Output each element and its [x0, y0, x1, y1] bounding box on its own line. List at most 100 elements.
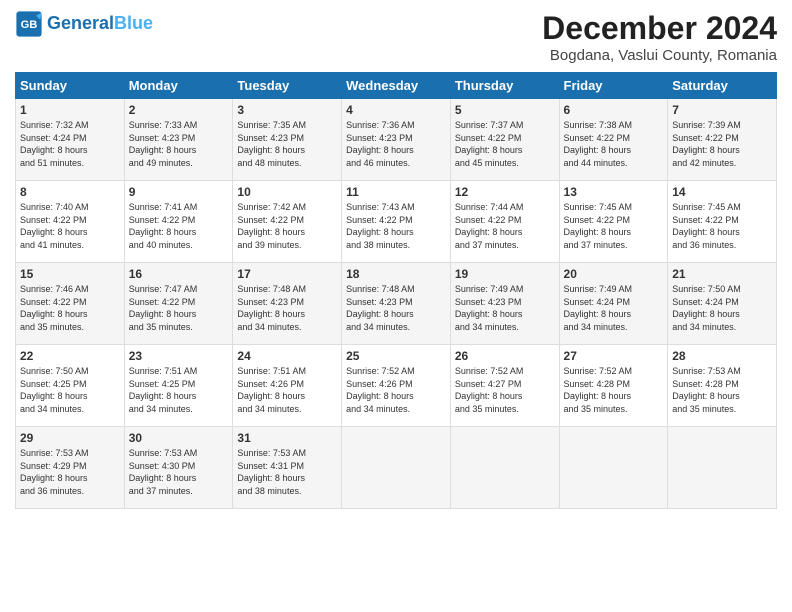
calendar-week-row: 22Sunrise: 7:50 AMSunset: 4:25 PMDayligh…	[16, 345, 777, 427]
day-info: Sunrise: 7:49 AMSunset: 4:24 PMDaylight:…	[564, 283, 664, 333]
header: GB GeneralBlue December 2024 Bogdana, Va…	[15, 10, 777, 64]
calendar-cell: 3 Sunrise: 7:35 AMSunset: 4:23 PMDaylight…	[233, 99, 342, 181]
day-info: Sunrise: 7:53 AMSunset: 4:28 PMDaylight:…	[672, 365, 772, 415]
day-number: 6	[564, 103, 664, 117]
day-info: Sunrise: 7:36 AMSunset: 4:23 PMDaylight:…	[346, 119, 446, 169]
calendar-cell: 21Sunrise: 7:50 AMSunset: 4:24 PMDayligh…	[668, 263, 777, 345]
day-info: Sunrise: 7:52 AMSunset: 4:27 PMDaylight:…	[455, 365, 555, 415]
day-header-sunday: Sunday	[16, 73, 125, 99]
day-number: 2	[129, 103, 229, 117]
day-header-friday: Friday	[559, 73, 668, 99]
day-number: 8	[20, 185, 120, 199]
page-container: GB GeneralBlue December 2024 Bogdana, Va…	[0, 0, 792, 519]
day-info: Sunrise: 7:53 AMSunset: 4:30 PMDaylight:…	[129, 447, 229, 497]
day-info: Sunrise: 7:47 AMSunset: 4:22 PMDaylight:…	[129, 283, 229, 333]
calendar-cell: 28Sunrise: 7:53 AMSunset: 4:28 PMDayligh…	[668, 345, 777, 427]
day-info: Sunrise: 7:52 AMSunset: 4:26 PMDaylight:…	[346, 365, 446, 415]
calendar-cell	[342, 427, 451, 509]
day-number: 30	[129, 431, 229, 445]
calendar-cell: 13 Sunrise: 7:45 AMSunset: 4:22 PMDayligh…	[559, 181, 668, 263]
day-info: Sunrise: 7:48 AMSunset: 4:23 PMDaylight:…	[346, 283, 446, 333]
calendar-cell: 1 Sunrise: 7:32 AMSunset: 4:24 PMDaylight…	[16, 99, 125, 181]
calendar-week-row: 1 Sunrise: 7:32 AMSunset: 4:24 PMDaylight…	[16, 99, 777, 181]
day-header-monday: Monday	[124, 73, 233, 99]
calendar-cell: 2 Sunrise: 7:33 AMSunset: 4:23 PMDaylight…	[124, 99, 233, 181]
calendar-cell: 11 Sunrise: 7:43 AMSunset: 4:22 PMDayligh…	[342, 181, 451, 263]
day-number: 5	[455, 103, 555, 117]
calendar-table: SundayMondayTuesdayWednesdayThursdayFrid…	[15, 72, 777, 509]
day-number: 22	[20, 349, 120, 363]
day-info: Sunrise: 7:50 AMSunset: 4:24 PMDaylight:…	[672, 283, 772, 333]
day-number: 10	[237, 185, 337, 199]
day-info: Sunrise: 7:53 AMSunset: 4:29 PMDaylight:…	[20, 447, 120, 497]
logo-general: General	[47, 13, 114, 33]
day-number: 29	[20, 431, 120, 445]
day-number: 24	[237, 349, 337, 363]
location-subtitle: Bogdana, Vaslui County, Romania	[542, 47, 777, 64]
calendar-cell: 30 Sunrise: 7:53 AMSunset: 4:30 PMDayligh…	[124, 427, 233, 509]
day-info: Sunrise: 7:42 AMSunset: 4:22 PMDaylight:…	[237, 201, 337, 251]
day-info: Sunrise: 7:33 AMSunset: 4:23 PMDaylight:…	[129, 119, 229, 169]
day-number: 16	[129, 267, 229, 281]
day-number: 18	[346, 267, 446, 281]
day-header-thursday: Thursday	[450, 73, 559, 99]
day-number: 14	[672, 185, 772, 199]
day-info: Sunrise: 7:39 AMSunset: 4:22 PMDaylight:…	[672, 119, 772, 169]
day-number: 11	[346, 185, 446, 199]
day-number: 3	[237, 103, 337, 117]
calendar-cell	[450, 427, 559, 509]
calendar-cell	[668, 427, 777, 509]
calendar-cell: 15Sunrise: 7:46 AMSunset: 4:22 PMDayligh…	[16, 263, 125, 345]
logo: GB GeneralBlue	[15, 10, 153, 38]
calendar-cell: 22Sunrise: 7:50 AMSunset: 4:25 PMDayligh…	[16, 345, 125, 427]
calendar-cell: 24Sunrise: 7:51 AMSunset: 4:26 PMDayligh…	[233, 345, 342, 427]
calendar-cell: 19Sunrise: 7:49 AMSunset: 4:23 PMDayligh…	[450, 263, 559, 345]
calendar-cell: 17Sunrise: 7:48 AMSunset: 4:23 PMDayligh…	[233, 263, 342, 345]
svg-text:GB: GB	[21, 19, 38, 31]
day-info: Sunrise: 7:49 AMSunset: 4:23 PMDaylight:…	[455, 283, 555, 333]
calendar-cell: 18 Sunrise: 7:48 AMSunset: 4:23 PMDayligh…	[342, 263, 451, 345]
day-header-wednesday: Wednesday	[342, 73, 451, 99]
day-number: 27	[564, 349, 664, 363]
day-info: Sunrise: 7:44 AMSunset: 4:22 PMDaylight:…	[455, 201, 555, 251]
calendar-cell: 5 Sunrise: 7:37 AMSunset: 4:22 PMDaylight…	[450, 99, 559, 181]
calendar-cell: 14 Sunrise: 7:45 AMSunset: 4:22 PMDayligh…	[668, 181, 777, 263]
calendar-week-row: 15Sunrise: 7:46 AMSunset: 4:22 PMDayligh…	[16, 263, 777, 345]
day-number: 13	[564, 185, 664, 199]
day-info: Sunrise: 7:46 AMSunset: 4:22 PMDaylight:…	[20, 283, 120, 333]
day-number: 23	[129, 349, 229, 363]
day-info: Sunrise: 7:45 AMSunset: 4:22 PMDaylight:…	[564, 201, 664, 251]
day-info: Sunrise: 7:52 AMSunset: 4:28 PMDaylight:…	[564, 365, 664, 415]
calendar-week-row: 8 Sunrise: 7:40 AMSunset: 4:22 PMDaylight…	[16, 181, 777, 263]
day-info: Sunrise: 7:35 AMSunset: 4:23 PMDaylight:…	[237, 119, 337, 169]
day-info: Sunrise: 7:41 AMSunset: 4:22 PMDaylight:…	[129, 201, 229, 251]
day-number: 9	[129, 185, 229, 199]
day-info: Sunrise: 7:32 AMSunset: 4:24 PMDaylight:…	[20, 119, 120, 169]
calendar-cell: 29 Sunrise: 7:53 AMSunset: 4:29 PMDayligh…	[16, 427, 125, 509]
calendar-cell: 25 Sunrise: 7:52 AMSunset: 4:26 PMDayligh…	[342, 345, 451, 427]
calendar-cell: 20 Sunrise: 7:49 AMSunset: 4:24 PMDayligh…	[559, 263, 668, 345]
day-info: Sunrise: 7:37 AMSunset: 4:22 PMDaylight:…	[455, 119, 555, 169]
calendar-cell: 27 Sunrise: 7:52 AMSunset: 4:28 PMDayligh…	[559, 345, 668, 427]
logo-icon: GB	[15, 10, 43, 38]
calendar-cell: 6Sunrise: 7:38 AMSunset: 4:22 PMDaylight…	[559, 99, 668, 181]
day-number: 20	[564, 267, 664, 281]
day-info: Sunrise: 7:43 AMSunset: 4:22 PMDaylight:…	[346, 201, 446, 251]
day-number: 4	[346, 103, 446, 117]
month-title: December 2024	[542, 10, 777, 47]
day-number: 12	[455, 185, 555, 199]
calendar-cell: 12 Sunrise: 7:44 AMSunset: 4:22 PMDayligh…	[450, 181, 559, 263]
calendar-cell: 31Sunrise: 7:53 AMSunset: 4:31 PMDayligh…	[233, 427, 342, 509]
calendar-week-row: 29 Sunrise: 7:53 AMSunset: 4:29 PMDayligh…	[16, 427, 777, 509]
day-number: 26	[455, 349, 555, 363]
calendar-cell: 4 Sunrise: 7:36 AMSunset: 4:23 PMDaylight…	[342, 99, 451, 181]
day-info: Sunrise: 7:48 AMSunset: 4:23 PMDaylight:…	[237, 283, 337, 333]
day-info: Sunrise: 7:45 AMSunset: 4:22 PMDaylight:…	[672, 201, 772, 251]
calendar-cell: 8 Sunrise: 7:40 AMSunset: 4:22 PMDaylight…	[16, 181, 125, 263]
calendar-cell	[559, 427, 668, 509]
calendar-cell: 9 Sunrise: 7:41 AMSunset: 4:22 PMDaylight…	[124, 181, 233, 263]
day-number: 1	[20, 103, 120, 117]
day-number: 25	[346, 349, 446, 363]
day-info: Sunrise: 7:40 AMSunset: 4:22 PMDaylight:…	[20, 201, 120, 251]
calendar-cell: 7Sunrise: 7:39 AMSunset: 4:22 PMDaylight…	[668, 99, 777, 181]
